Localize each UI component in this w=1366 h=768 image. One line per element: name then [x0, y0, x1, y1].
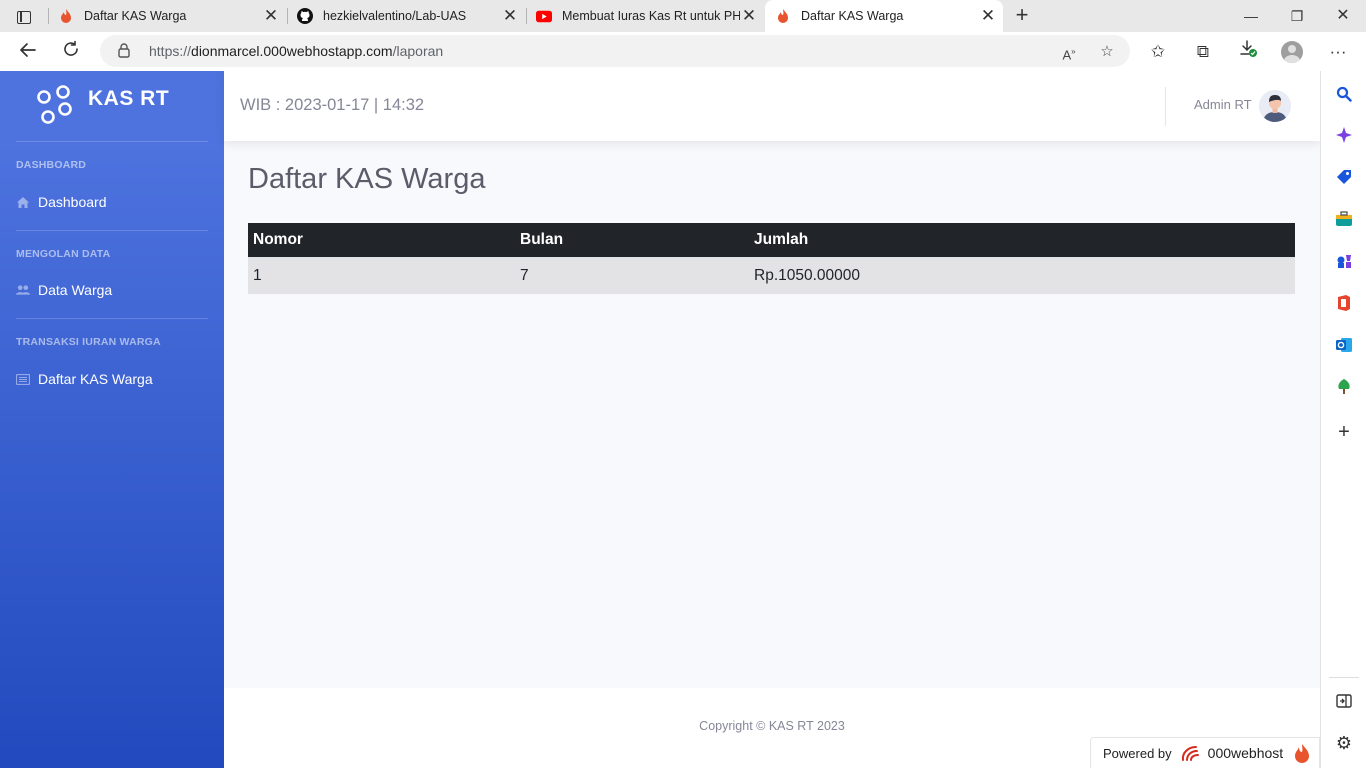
- tab-title: Membuat Iuras Kas Rt untuk PHP: [562, 9, 740, 23]
- lock-icon: [118, 43, 130, 58]
- column-header-bulan: Bulan: [515, 223, 749, 257]
- copyright-text: Copyright © KAS RT 2023: [699, 719, 845, 733]
- table-header-row: Nomor Bulan Jumlah: [248, 223, 1295, 257]
- tab-actions-button[interactable]: [10, 6, 38, 28]
- browser-tab-strip: Daftar KAS Warga ✕ hezkielvalentino/Lab-…: [0, 0, 1366, 32]
- sidebar-heading-mengolan-data: MENGOLAN DATA: [16, 248, 111, 260]
- favorites-icon[interactable]: ✩: [1145, 39, 1171, 65]
- youtube-icon: [536, 8, 552, 24]
- list-icon: [16, 372, 30, 386]
- profile-avatar-icon[interactable]: [1281, 41, 1303, 63]
- copilot-sparkle-icon[interactable]: [1333, 124, 1355, 146]
- new-tab-button[interactable]: +: [1010, 4, 1034, 28]
- flame-icon: [1295, 744, 1310, 763]
- web-page: KAS RT DASHBOARD Dashboard MENGOLAN DATA…: [0, 71, 1320, 768]
- sidebar-item-label: Dashboard: [38, 194, 107, 210]
- webhost-swirl-icon: [1181, 746, 1199, 761]
- kas-table: Nomor Bulan Jumlah 1 7 Rp.1050.00000: [248, 223, 1295, 294]
- tab-title: Daftar KAS Warga: [84, 9, 187, 23]
- sidebar-item-dashboard[interactable]: Dashboard: [16, 191, 107, 213]
- home-icon: [16, 195, 30, 209]
- brand[interactable]: KAS RT: [0, 71, 224, 141]
- table-row: 1 7 Rp.1050.00000: [248, 256, 1295, 294]
- sidebar-item-data-warga[interactable]: Data Warga: [16, 279, 112, 301]
- user-avatar-icon: [1259, 90, 1291, 122]
- sidebar-item-label: Data Warga: [38, 282, 113, 298]
- column-header-nomor: Nomor: [248, 223, 515, 257]
- minimize-button[interactable]: —: [1236, 4, 1266, 28]
- sidebar-divider: [16, 318, 208, 319]
- shopping-tag-icon[interactable]: [1333, 166, 1355, 188]
- sidebar-divider: [16, 230, 208, 231]
- app-topbar: WIB : 2023-01-17 | 14:32 Admin RT: [224, 71, 1320, 141]
- browser-toolbar: https://dionmarcel.000webhostapp.com/lap…: [0, 32, 1366, 71]
- tools-briefcase-icon[interactable]: [1333, 208, 1355, 230]
- back-button[interactable]: [15, 39, 41, 65]
- cell-nomor: 1: [248, 256, 515, 294]
- sidebar-divider: [16, 141, 208, 142]
- brand-name: KAS RT: [88, 87, 170, 110]
- sidebar-heading-dashboard: DASHBOARD: [16, 159, 87, 171]
- add-icon[interactable]: +: [1333, 421, 1355, 443]
- close-tab-icon[interactable]: ✕: [740, 7, 758, 25]
- hide-sidebar-icon[interactable]: [1333, 690, 1355, 712]
- restore-button[interactable]: ❐: [1282, 4, 1312, 28]
- close-tab-icon[interactable]: ✕: [979, 7, 997, 25]
- tab-title: Daftar KAS Warga: [801, 9, 904, 23]
- user-avatar[interactable]: [1259, 90, 1291, 122]
- app-sidebar: KAS RT DASHBOARD Dashboard MENGOLAN DATA…: [0, 71, 224, 768]
- office-icon[interactable]: [1333, 292, 1355, 314]
- refresh-icon: [64, 40, 78, 56]
- topbar-divider: [1165, 87, 1166, 126]
- browser-tab-1[interactable]: Daftar KAS Warga ✕: [48, 0, 286, 32]
- close-window-button[interactable]: ✕: [1328, 4, 1358, 28]
- add-favorite-icon[interactable]: ☆: [1096, 41, 1118, 63]
- sidebar-item-daftar-kas-warga[interactable]: Daftar KAS Warga: [16, 368, 153, 390]
- read-aloud-icon[interactable]: A»: [1058, 41, 1080, 63]
- url-path: /laporan: [392, 43, 444, 59]
- cell-bulan: 7: [515, 256, 749, 294]
- webhost-brand: 000webhost: [1207, 745, 1284, 761]
- sidebar-heading-transaksi: TRANSAKSI IURAN WARGA: [16, 336, 161, 348]
- back-arrow-icon: [20, 43, 36, 57]
- powered-by-label: Powered by: [1103, 745, 1172, 761]
- users-icon: [16, 283, 30, 297]
- search-icon[interactable]: [1333, 83, 1355, 105]
- flame-icon: [775, 8, 791, 24]
- powered-by-badge[interactable]: Powered by 000webhost: [1090, 737, 1320, 768]
- close-tab-icon[interactable]: ✕: [262, 7, 280, 25]
- tree-icon[interactable]: [1333, 376, 1355, 398]
- address-bar[interactable]: https://dionmarcel.000webhostapp.com/lap…: [100, 35, 1130, 67]
- datetime-display: WIB : 2023-01-17 | 14:32: [240, 96, 425, 114]
- more-options-icon[interactable]: ···: [1325, 39, 1351, 65]
- collections-icon[interactable]: ⧉: [1190, 39, 1216, 65]
- outlook-icon[interactable]: [1333, 334, 1355, 356]
- column-header-jumlah: Jumlah: [749, 223, 1295, 257]
- user-name[interactable]: Admin RT: [1194, 97, 1252, 112]
- browser-tab-3[interactable]: Membuat Iuras Kas Rt untuk PHP ✕: [526, 0, 764, 32]
- settings-gear-icon[interactable]: ⚙: [1333, 732, 1355, 754]
- edge-sidebar: + ⚙: [1320, 71, 1366, 768]
- brand-logo-icon: [37, 85, 72, 124]
- flame-icon: [58, 8, 74, 24]
- url-text: https://dionmarcel.000webhostapp.com/lap…: [149, 43, 443, 59]
- github-icon: [297, 8, 313, 24]
- tab-actions-icon: [17, 10, 31, 24]
- browser-tab-2[interactable]: hezkielvalentino/Lab-UAS ✕: [287, 0, 525, 32]
- tab-title: hezkielvalentino/Lab-UAS: [323, 9, 467, 23]
- browser-tab-4-active[interactable]: Daftar KAS Warga ✕: [765, 0, 1003, 32]
- downloads-icon[interactable]: [1235, 39, 1261, 65]
- edge-sidebar-divider: [1329, 677, 1359, 678]
- page-title: Daftar KAS Warga: [248, 163, 486, 195]
- games-chess-icon[interactable]: [1333, 250, 1355, 272]
- cell-jumlah: Rp.1050.00000: [749, 256, 1295, 294]
- sidebar-item-label: Daftar KAS Warga: [38, 371, 153, 387]
- url-host: dionmarcel.000webhostapp.com: [191, 43, 393, 59]
- refresh-button[interactable]: [58, 39, 84, 65]
- url-prefix: https://: [149, 43, 192, 59]
- close-tab-icon[interactable]: ✕: [501, 7, 519, 25]
